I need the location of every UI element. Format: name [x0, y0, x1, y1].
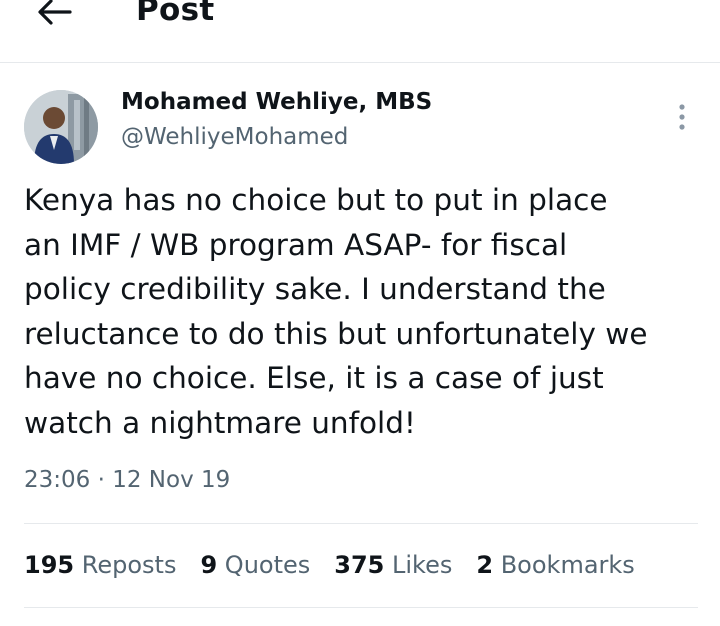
top-bar: Post — [0, 0, 720, 63]
profile-photo — [24, 90, 98, 164]
bookmarks-count: 2 — [476, 551, 494, 579]
author-name[interactable]: Mohamed Wehliye, MBS — [121, 89, 432, 115]
tweet-text: Kenya has no choice but to put in place … — [24, 183, 648, 440]
likes-count: 375 — [334, 551, 385, 579]
quotes-stat[interactable]: 9 Quotes — [200, 551, 310, 579]
arrow-left-icon[interactable] — [34, 0, 74, 32]
author-handle[interactable]: @WehliyeMohamed — [121, 124, 348, 150]
more-options-icon[interactable] — [668, 100, 696, 134]
reposts-stat[interactable]: 195 Reposts — [24, 551, 176, 579]
divider — [24, 607, 698, 608]
tweet-timestamp: 23:06 · 12 Nov 19 — [24, 467, 230, 493]
likes-label: Likes — [392, 551, 453, 579]
reposts-label: Reposts — [81, 551, 177, 579]
quotes-count: 9 — [200, 551, 218, 579]
divider — [24, 523, 698, 524]
bookmarks-label: Bookmarks — [500, 551, 635, 579]
timestamp-separator: · — [97, 467, 105, 493]
avatar[interactable] — [24, 90, 98, 164]
bookmarks-stat[interactable]: 2 Bookmarks — [476, 551, 634, 579]
page-title: Post — [136, 0, 215, 28]
tweet-time: 23:06 — [24, 467, 91, 493]
tweet-date[interactable]: 12 Nov 19 — [112, 467, 230, 493]
engagement-stats: 195 Reposts 9 Quotes 375 Likes 2 Bookmar… — [24, 551, 659, 579]
reposts-count: 195 — [24, 551, 75, 579]
quotes-label: Quotes — [224, 551, 311, 579]
likes-stat[interactable]: 375 Likes — [334, 551, 452, 579]
